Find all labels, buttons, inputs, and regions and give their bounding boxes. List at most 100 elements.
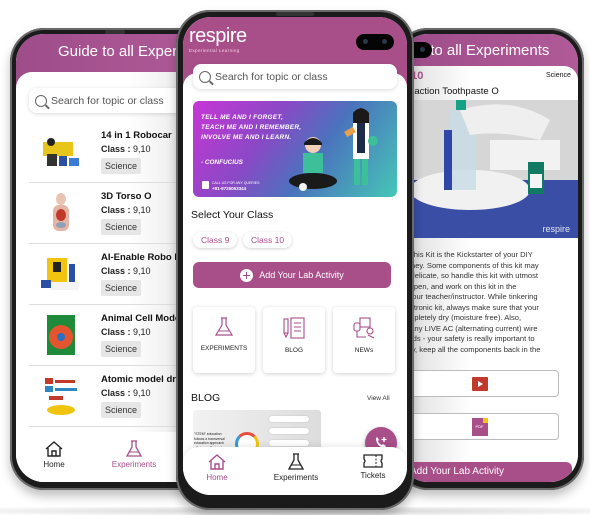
class-value: 9,10 [130,266,151,276]
nav-experiments[interactable]: Experiments [104,440,164,469]
class-label: Class : [101,388,131,398]
subject-badge: Science [101,280,142,296]
experiment-name: 14 in 1 Robocar [101,130,172,141]
subject-badge: Science [101,219,142,235]
search-placeholder: Search for topic or class [215,70,328,83]
watermark-logo: respire [542,224,570,234]
select-class-title: Select Your Class [191,209,274,221]
class-label: Class : [101,144,131,154]
experiment-class: Class : 9,10 [101,388,151,398]
class-value: 9,10 [130,327,151,337]
list-item[interactable]: AI-Enable Robo Kit Class : 9,10 Science [29,244,199,305]
list-item[interactable]: 14 in 1 Robocar Class : 9,10 Science [29,122,199,183]
nav-label: Home [206,473,228,482]
list-item[interactable]: Animal Cell Model O Class : 9,10 Science [29,305,199,366]
add-lab-activity-button[interactable]: Add Your Lab Activity [193,262,391,288]
class-value: 9,10 [130,144,151,154]
animal-cell-thumbnail [47,315,75,355]
flask-icon [125,440,143,457]
class-label: Class : [101,327,131,337]
experiment-photo: respire [400,100,578,238]
nav-label: Home [43,460,65,469]
respire-logo: respire [189,25,247,47]
class-chip-10[interactable]: Class 10 [243,232,293,248]
home-icon [208,454,226,470]
torso-thumbnail [53,193,69,231]
experiment-illustration [400,100,578,238]
experiment-name: 3D Torso O [101,191,152,202]
nav-label: Experiments [111,460,157,469]
button-label: Add Your Lab Activity [259,270,344,280]
atomic-model-thumbnail [45,378,77,415]
video-play-icon [471,376,488,391]
pdf-label: PDF [475,423,484,429]
experiment-class: Class : 9,10 [101,327,151,337]
news-icon [353,317,375,339]
experiment-class: Class : 9,10 [101,266,151,276]
ticket-icon [363,454,383,468]
phone-icon [202,181,209,189]
class-label: Class : [101,266,131,276]
title-text: Chemical Reaction Toothpaste O [400,86,499,97]
class-value: 9,10 [130,388,151,398]
app-showcase: Guide to all Experiments Search for topi… [0,0,590,515]
search-icon [35,94,47,107]
list-item[interactable]: 3D Torso O Class : 9,10 Science [29,183,199,244]
subject-label: Science [546,72,571,79]
video-button[interactable] [400,370,559,397]
robo-kit-thumbnail [41,258,79,290]
nav-home[interactable]: Home [197,453,237,482]
class-chip-9[interactable]: Class 9 [193,232,238,248]
search-placeholder: Search for topic or class [51,94,164,107]
camera-cutout [356,34,394,50]
blog-diagram-item [269,440,309,446]
robocar-thumbnail [43,138,79,166]
experiment-title: Chemical Reaction Toothpaste O [400,86,499,97]
view-all-link[interactable]: View All [367,395,390,402]
search-input[interactable]: Search for topic or class [193,64,397,89]
tile-experiments[interactable]: EXPERIMENTS [193,307,255,373]
phone-home: respire Experiential Learning Search for… [176,10,414,510]
speaker-grille [105,30,125,34]
experiment-class: Class : 9,10 [101,205,151,215]
blog-diagram-item [269,428,309,434]
nav-label: Tickets [360,471,386,480]
tile-label: BLOG [284,347,304,354]
speaker-grille [276,12,314,16]
quote-banner[interactable]: TELL ME AND I FORGET, TEACH ME AND I REM… [193,101,397,197]
tile-label: NEWs [354,347,374,354]
logo-subtitle: Experiential Learning [189,48,240,53]
tile-blog[interactable]: BLOG [263,307,325,373]
banner-author: - CONFUCIUS [201,159,243,166]
home-icon [45,441,63,457]
class-label: Class : [101,205,131,215]
flask-icon [287,453,305,470]
tile-news[interactable]: NEWs [333,307,395,373]
add-lab-activity-button[interactable]: Add Your Lab Activity [400,462,572,482]
experiment-list: 14 in 1 Robocar Class : 9,10 Science 3D … [29,122,204,482]
list-item[interactable]: Atomic model drop game Class : 9,10 Scie… [29,366,204,427]
tile-label: EXPERIMENTS [200,345,248,352]
nav-tickets[interactable]: Tickets [351,453,395,480]
screen: Guide to all Experiments 9,10 Science Ch… [400,34,578,482]
nav-home[interactable]: Home [34,440,74,469]
flask-icon [214,317,234,336]
bottom-nav: Home Experiments Tickets [183,447,407,495]
nav-experiments[interactable]: Experiments [263,453,329,482]
student-illustration [289,137,337,191]
search-icon [199,70,211,83]
blog-diagram-item [269,416,309,422]
pdf-icon: PDF [471,417,488,436]
scientist-illustration [344,108,378,185]
plus-circle-icon [240,268,254,282]
class-value: 9,10 [130,205,151,215]
banner-call-label: CALL US FOR ANY QUERIES [212,181,260,185]
banner-phone-number: +91-9725053344 [212,186,247,191]
subject-badge: Science [101,158,142,174]
subject-badge: Science [101,402,142,418]
pdf-button[interactable]: PDF [400,413,559,440]
phone-experiment-detail: Guide to all Experiments 9,10 Science Ch… [394,28,584,490]
experiment-name: AI-Enable Robo Kit [101,252,188,263]
subject-badge: Science [101,341,142,357]
experiment-class: Class : 9,10 [101,144,151,154]
